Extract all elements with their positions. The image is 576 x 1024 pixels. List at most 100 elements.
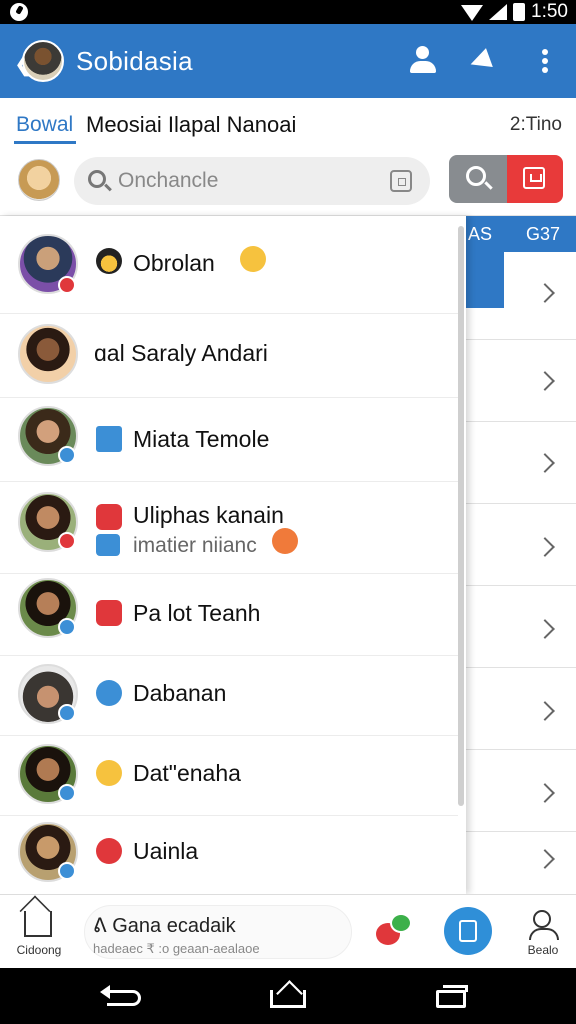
tab-indicator <box>14 141 76 144</box>
contact-name: Obrolan <box>133 250 215 276</box>
compose-button[interactable] <box>444 907 492 955</box>
pane-header-right: G37 <box>526 224 561 244</box>
home-button-icon[interactable] <box>270 990 306 1008</box>
angry-emoji-icon <box>272 528 298 554</box>
verified-badge <box>58 862 76 880</box>
list-item[interactable]: Obrolan <box>0 216 458 314</box>
verified-badge <box>58 618 76 636</box>
list-item[interactable]: Dabanan <box>0 656 458 736</box>
search-bar[interactable] <box>74 157 430 205</box>
pane-row[interactable] <box>466 504 576 586</box>
composer-subtext: hadeaec ₹ :o geaan-aealaoe <box>93 941 260 956</box>
chevron-right-icon <box>535 783 555 803</box>
search-icon <box>88 170 106 188</box>
scan-icon[interactable] <box>390 170 412 192</box>
bottom-bar: Cidoong ᕕ Gana ecadaik hadeaec ₹ :o geaa… <box>0 894 576 968</box>
pane-row[interactable] <box>466 750 576 832</box>
composer-text: ᕕ Gana ecadaik <box>93 915 236 937</box>
chevron-right-icon <box>535 701 555 721</box>
status-bar: 1:50 <box>0 0 576 24</box>
my-avatar[interactable] <box>18 159 60 201</box>
pane-header-left: AS <box>468 224 493 244</box>
inbox-icon <box>523 167 545 189</box>
profile-icon <box>529 910 559 940</box>
megaphone-icon[interactable] <box>466 46 496 76</box>
message-composer[interactable]: ᕕ Gana ecadaik hadeaec ₹ :o geaan-aealao… <box>84 905 352 959</box>
cowboy-emoji-icon <box>96 248 122 274</box>
verified-badge <box>58 704 76 722</box>
list-item[interactable]: Uliphas kanain imatier niianc <box>0 482 458 574</box>
contact-name: Dat"enaha <box>133 760 241 786</box>
app-avatar[interactable] <box>22 40 64 82</box>
search-row <box>0 148 576 216</box>
pane-row[interactable] <box>466 422 576 504</box>
note-icon <box>459 920 477 942</box>
status-badge <box>58 532 76 550</box>
system-navigation <box>0 968 576 1024</box>
tab-active[interactable]: Bowal <box>16 113 73 137</box>
tab-bar: Bowal Meosiai Ilapal Nanoai 2:Tino <box>0 98 576 148</box>
chat-bubbles-icon[interactable] <box>374 911 414 951</box>
battery-icon <box>513 3 526 21</box>
notification-icon <box>10 3 28 21</box>
action-button[interactable] <box>507 155 563 203</box>
pane-row[interactable] <box>466 586 576 668</box>
contact-name: Uliphas kanain <box>133 502 284 528</box>
list-item[interactable]: Dat"enaha <box>0 736 458 816</box>
app-title: Sobidasia <box>76 46 193 76</box>
wifi-icon <box>461 5 484 21</box>
contact-subtitle: imatier niianc <box>133 534 257 557</box>
status-time: 1:50 <box>531 1 568 22</box>
status-badge <box>58 276 76 294</box>
background-pane: AS G37 <box>466 216 576 894</box>
list-item[interactable]: Uainla <box>0 816 458 894</box>
search-input[interactable] <box>118 166 378 196</box>
tab-title[interactable]: Meosiai Ilapal Nanoai <box>86 112 296 138</box>
contact-name: Pa lot Teanh <box>133 600 261 626</box>
message-icon <box>96 534 120 556</box>
contact-name: Dabanan <box>133 680 227 706</box>
pane-row[interactable] <box>466 252 576 340</box>
chevron-right-icon <box>535 537 555 557</box>
background-pane-header: AS G37 <box>466 216 576 252</box>
contact-list: Obrolan ɑal Saraly Andari Miata Temole U… <box>0 216 466 894</box>
chevron-right-icon <box>535 371 555 391</box>
pane-row[interactable] <box>466 832 576 894</box>
list-item[interactable]: ɑal Saraly Andari <box>0 314 458 398</box>
person-icon[interactable] <box>408 46 438 76</box>
contact-name: Miata Temole <box>133 426 270 452</box>
avatar[interactable] <box>18 324 78 384</box>
tab-time: 2:Tino <box>509 114 562 135</box>
nav-home-label: Cidoong <box>16 943 62 957</box>
check-box-icon <box>96 426 122 452</box>
scrollbar[interactable] <box>458 226 464 806</box>
verified-badge <box>58 446 76 464</box>
chevron-right-icon <box>535 453 555 473</box>
contact-name: Uainla <box>133 838 199 864</box>
nav-home[interactable]: Cidoong <box>12 905 66 961</box>
verified-badge <box>58 784 76 802</box>
chevron-right-icon <box>535 283 555 303</box>
list-item[interactable]: Pa lot Teanh <box>0 574 458 656</box>
nav-profile[interactable]: Bealo <box>516 905 570 961</box>
contact-name: ɑal Saraly Andari <box>94 340 268 366</box>
chevron-right-icon <box>535 849 555 869</box>
pane-row[interactable] <box>466 668 576 750</box>
back-icon[interactable] <box>100 985 141 1006</box>
nav-profile-label: Bealo <box>527 943 559 957</box>
home-icon <box>24 911 52 937</box>
recent-apps-icon[interactable] <box>436 985 468 1008</box>
list-item[interactable]: Miata Temole <box>0 398 458 482</box>
smiley-emoji-icon <box>96 760 122 786</box>
red-app-icon <box>96 504 122 530</box>
smiley-emoji-icon <box>240 246 266 272</box>
signal-icon <box>489 4 508 20</box>
search-button[interactable] <box>449 155 507 203</box>
bookmark-icon <box>96 600 122 626</box>
star-badge-icon <box>96 838 122 864</box>
search-button-icon <box>466 166 486 186</box>
power-icon <box>96 680 122 706</box>
more-options-icon[interactable] <box>530 46 560 76</box>
pane-row[interactable] <box>466 340 576 422</box>
chevron-right-icon <box>535 619 555 639</box>
